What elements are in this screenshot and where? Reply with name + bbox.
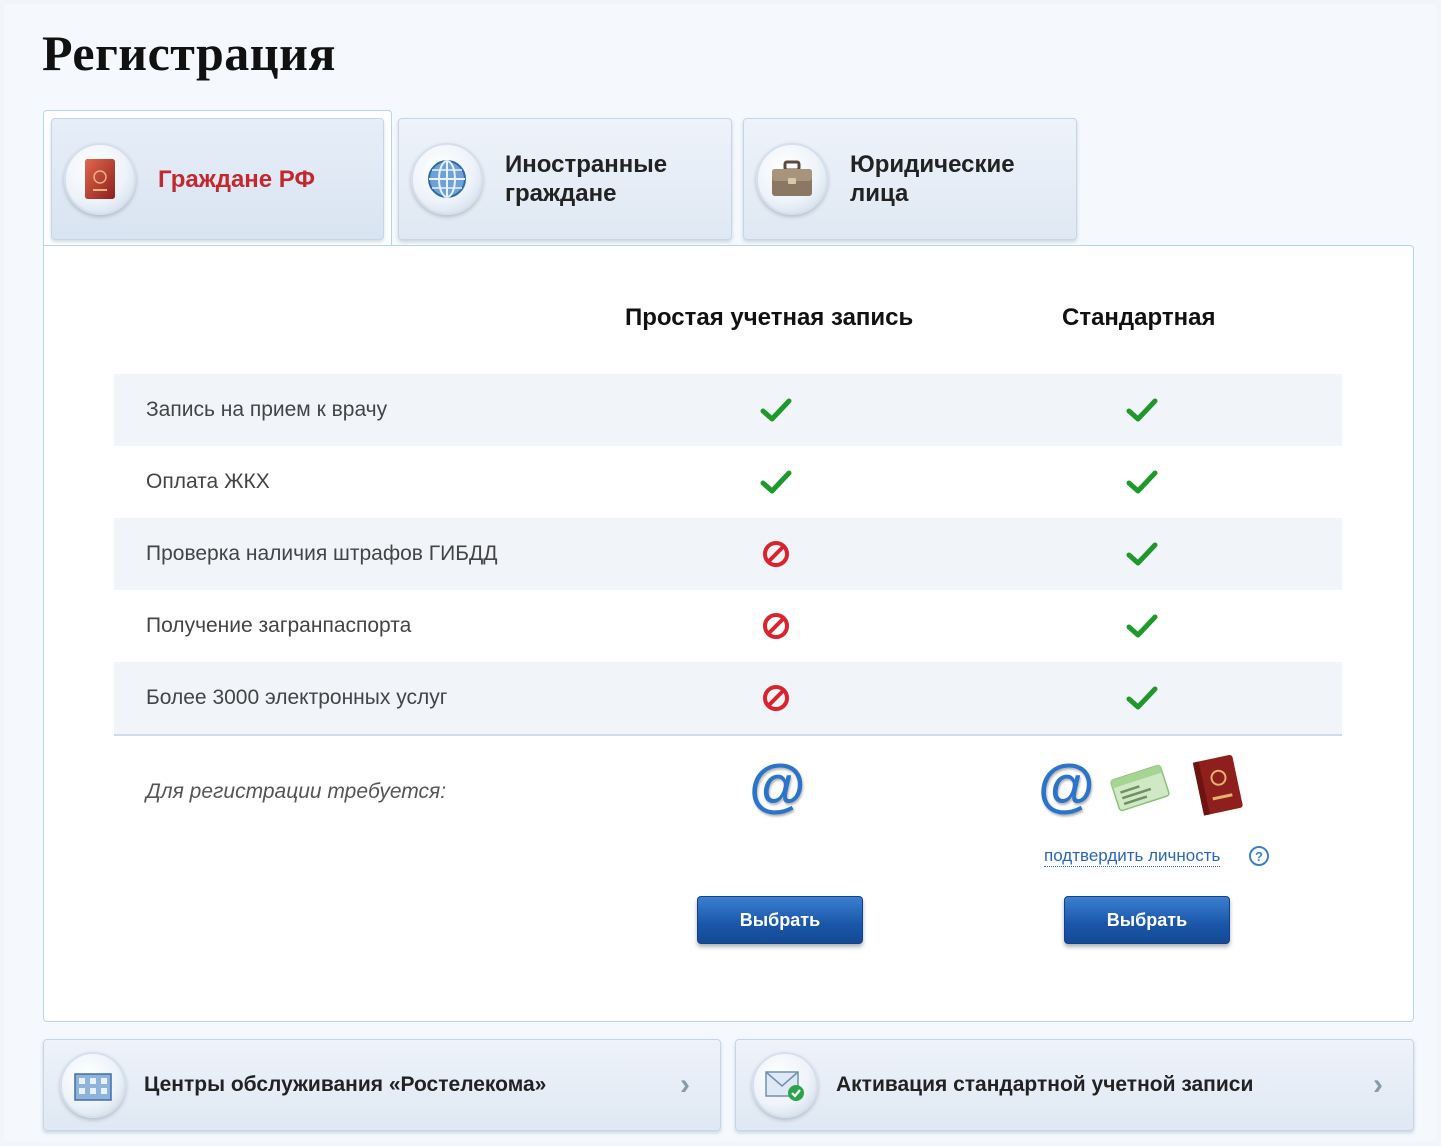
globe-icon	[411, 143, 483, 215]
check-icon	[1126, 614, 1158, 638]
tab-label: Юридические лица	[850, 151, 1015, 207]
activation-link[interactable]: Активация стандартной учетной записи ›	[735, 1039, 1414, 1131]
check-icon	[1126, 542, 1158, 566]
passport-icon	[64, 143, 136, 215]
help-icon[interactable]: ?	[1249, 846, 1269, 866]
tab-label: Граждане РФ	[158, 165, 315, 193]
forbidden-icon	[763, 613, 789, 639]
table-row: Оплата ЖКХ	[114, 446, 1342, 518]
bottom-link-label: Активация стандартной учетной записи	[836, 1073, 1254, 1096]
select-standard-button[interactable]: Выбрать	[1064, 896, 1230, 944]
tab-label: Иностранные граждане	[505, 151, 668, 207]
passport-icon	[1192, 754, 1243, 816]
mail-check-icon	[752, 1052, 818, 1118]
row-label: Получение загранпаспорта	[146, 614, 412, 637]
service-centers-link[interactable]: Центры обслуживания «Ростелекома» ›	[43, 1039, 721, 1131]
check-icon	[1126, 686, 1158, 710]
column-header-standard: Стандартная	[1062, 304, 1216, 331]
row-label: Проверка наличия штрафов ГИБДД	[146, 542, 498, 565]
requirements-label: Для регистрации требуется:	[146, 780, 447, 803]
table-row: Проверка наличия штрафов ГИБДД	[114, 518, 1342, 590]
check-icon	[1126, 470, 1158, 494]
page-title: Регистрация	[42, 25, 336, 81]
forbidden-icon	[763, 685, 789, 711]
bottom-link-label: Центры обслуживания «Ростелекома»	[144, 1073, 547, 1096]
row-label: Запись на прием к врачу	[146, 398, 388, 421]
email-icon: @	[749, 753, 806, 818]
chevron-right-icon: ›	[680, 1068, 690, 1101]
tab-russian-citizens[interactable]: Граждане РФ	[51, 118, 384, 240]
forbidden-icon	[763, 541, 789, 567]
table-row: Получение загранпаспорта	[114, 590, 1342, 662]
table-row: Запись на прием к врачу	[114, 374, 1342, 446]
snils-card-icon	[1110, 764, 1170, 812]
email-icon: @	[1038, 753, 1095, 818]
confirm-identity-link[interactable]: подтвердить личность	[1044, 846, 1221, 867]
check-icon	[760, 470, 792, 494]
briefcase-icon	[756, 143, 828, 215]
check-icon	[760, 398, 792, 422]
row-label: Оплата ЖКХ	[146, 470, 270, 493]
column-header-simple: Простая учетная запись	[625, 304, 914, 331]
chevron-right-icon: ›	[1373, 1068, 1383, 1101]
select-simple-button[interactable]: Выбрать	[697, 896, 863, 944]
divider	[114, 734, 1342, 736]
tab-legal-entities[interactable]: Юридические лица	[743, 118, 1077, 240]
row-label: Более 3000 электронных услуг	[146, 686, 448, 709]
check-icon	[1126, 398, 1158, 422]
tab-foreign-citizens[interactable]: Иностранные граждане	[398, 118, 732, 240]
building-icon	[60, 1052, 126, 1118]
table-row: Более 3000 электронных услуг	[114, 662, 1342, 734]
